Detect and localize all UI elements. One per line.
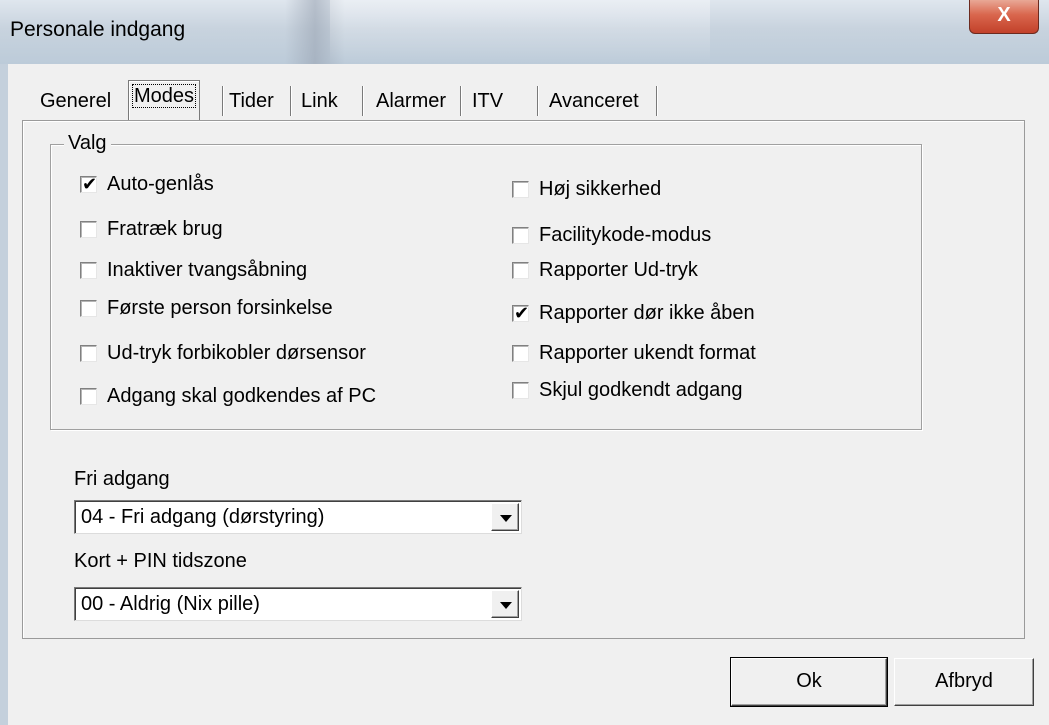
checkbox-rapporter-doer-ikke-aaben[interactable]: ✔ Rapporter dør ikke åben xyxy=(512,300,755,326)
chevron-down-icon xyxy=(500,602,512,609)
tab-tider[interactable]: Tider xyxy=(225,86,278,120)
checkbox-inaktiver-tvangsaabning[interactable]: Inaktiver tvangsåbning xyxy=(80,257,307,283)
checkbox-label: Første person forsinkelse xyxy=(107,296,333,319)
checkbox-label: Inaktiver tvangsåbning xyxy=(107,258,308,281)
checkbox-hoej-sikkerhed[interactable]: Høj sikkerhed xyxy=(512,176,661,202)
checkbox-label: Auto-genlås xyxy=(107,172,214,195)
checkbox-adgang-godkendes-pc[interactable]: Adgang skal godkendes af PC xyxy=(80,383,376,409)
checkbox-box[interactable] xyxy=(80,344,97,362)
tab-separator xyxy=(290,86,292,116)
title-bar-highlight xyxy=(330,0,710,64)
checkbox-label: Rapporter ukendt format xyxy=(539,341,756,364)
cancel-button[interactable]: Afbryd xyxy=(894,658,1034,706)
window-frame xyxy=(0,64,8,725)
title-bar: Personale indgang X xyxy=(0,0,1049,64)
checkbox-box[interactable]: ✔ xyxy=(512,302,530,323)
checkbox-label: Skjul godkendt adgang xyxy=(539,378,743,401)
tab-avanceret[interactable]: Avanceret xyxy=(545,86,643,120)
fri-adgang-value: 04 - Fri adgang (dørstyring) xyxy=(81,506,325,528)
checkbox-box[interactable] xyxy=(80,261,97,279)
checkbox-box[interactable] xyxy=(80,299,97,317)
checkbox-rapporter-ud-tryk[interactable]: Rapporter Ud-tryk xyxy=(512,257,698,283)
check-icon: ✔ xyxy=(514,302,530,323)
checkbox-label: Adgang skal godkendes af PC xyxy=(107,384,377,407)
close-icon[interactable]: X xyxy=(969,0,1039,34)
checkbox-ud-tryk-forbikobler[interactable]: Ud-tryk forbikobler dørsensor xyxy=(80,340,366,366)
checkbox-foerste-person-forsinkelse[interactable]: Første person forsinkelse xyxy=(80,295,333,321)
checkbox-box[interactable] xyxy=(512,261,529,279)
chevron-down-icon xyxy=(500,515,512,522)
checkbox-box[interactable] xyxy=(80,220,97,238)
checkbox-fratraek-brug[interactable]: Fratræk brug xyxy=(80,216,223,242)
tab-separator xyxy=(537,86,539,116)
checkbox-box[interactable]: ✔ xyxy=(80,173,98,194)
checkbox-label: Fratræk brug xyxy=(107,217,223,240)
checkbox-box[interactable] xyxy=(512,180,529,198)
kort-pin-value: 00 - Aldrig (Nix pille) xyxy=(81,593,260,615)
checkbox-auto-genlaas[interactable]: ✔ Auto-genlås xyxy=(80,171,214,197)
checkbox-label: Høj sikkerhed xyxy=(539,177,662,200)
fri-adgang-label: Fri adgang xyxy=(74,468,170,490)
tab-separator xyxy=(656,86,658,116)
kort-pin-label: Kort + PIN tidszone xyxy=(74,550,247,572)
ok-button[interactable]: Ok xyxy=(730,657,888,707)
checkbox-label: Rapporter Ud-tryk xyxy=(539,258,698,281)
checkbox-box[interactable] xyxy=(512,344,529,362)
checkbox-skjul-godkendt-adgang[interactable]: Skjul godkendt adgang xyxy=(512,377,743,403)
tab-separator xyxy=(460,86,462,116)
checkbox-label: Ud-tryk forbikobler dørsensor xyxy=(107,341,366,364)
checkbox-box[interactable] xyxy=(512,226,529,244)
fri-adgang-select[interactable]: 04 - Fri adgang (dørstyring) xyxy=(74,500,522,534)
tab-link[interactable]: Link xyxy=(297,86,342,120)
tab-separator xyxy=(222,86,224,116)
checkbox-rapporter-ukendt-format[interactable]: Rapporter ukendt format xyxy=(512,340,756,366)
checkbox-box[interactable] xyxy=(512,381,529,399)
window-title: Personale indgang xyxy=(10,18,186,41)
kort-pin-select[interactable]: 00 - Aldrig (Nix pille) xyxy=(74,587,522,621)
tab-generel[interactable]: Generel xyxy=(36,86,115,120)
checkbox-label: Facilitykode-modus xyxy=(539,223,712,246)
checkbox-box[interactable] xyxy=(80,387,97,405)
dropdown-button[interactable] xyxy=(491,503,519,531)
valg-legend: Valg xyxy=(64,130,111,156)
tab-separator xyxy=(362,86,364,116)
tab-itv[interactable]: ITV xyxy=(468,86,507,120)
dropdown-button[interactable] xyxy=(491,590,519,618)
tab-alarmer[interactable]: Alarmer xyxy=(372,86,450,120)
check-icon: ✔ xyxy=(82,173,98,194)
checkbox-label: Rapporter dør ikke åben xyxy=(539,301,755,324)
checkbox-facilitykode-modus[interactable]: Facilitykode-modus xyxy=(512,222,711,248)
tab-modes[interactable]: Modes xyxy=(128,80,201,120)
